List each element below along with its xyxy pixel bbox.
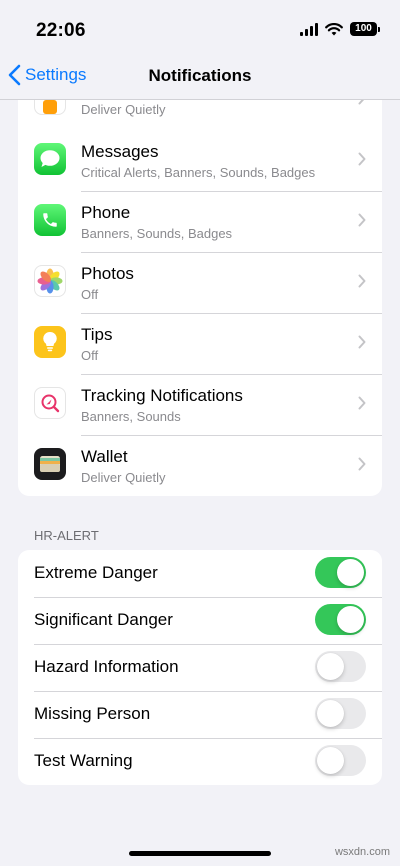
- app-row-messages[interactable]: Messages Critical Alerts, Banners, Sound…: [18, 130, 382, 191]
- app-subtitle: Off: [81, 348, 99, 363]
- app-row-tracking[interactable]: Tracking Notifications Banners, Sounds: [18, 374, 382, 435]
- app-subtitle: Deliver Quietly: [81, 102, 166, 117]
- chevron-right-icon: [358, 396, 366, 410]
- notifications-list: Deliver Quietly Messages Critical Alerts…: [0, 100, 400, 785]
- wallet-icon: [34, 448, 66, 480]
- chevron-right-icon: [358, 457, 366, 471]
- app-name: Photos: [81, 264, 134, 283]
- status-icons: 100: [300, 22, 380, 36]
- battery-level: 100: [350, 22, 377, 36]
- app-row-photos[interactable]: Photos Off: [18, 252, 382, 313]
- app-name: Wallet: [81, 447, 128, 466]
- chevron-right-icon: [358, 100, 365, 105]
- toggle-label: Test Warning: [34, 751, 133, 770]
- app-row-phone[interactable]: Phone Banners, Sounds, Badges: [18, 191, 382, 252]
- app-subtitle: Off: [81, 287, 99, 302]
- hazard-information-toggle[interactable]: [315, 651, 366, 682]
- chevron-right-icon: [358, 335, 366, 349]
- toggle-label: Missing Person: [34, 704, 151, 723]
- app-subtitle: Banners, Sounds, Badges: [81, 226, 233, 241]
- status-bar: 22:06 100: [0, 0, 400, 56]
- photos-icon: [34, 265, 66, 297]
- wifi-icon: [325, 22, 343, 35]
- app-subtitle: Banners, Sounds: [81, 409, 181, 424]
- toggle-row-hazard-information: Hazard Information: [18, 644, 382, 691]
- toggle-row-missing-person: Missing Person: [18, 691, 382, 738]
- battery-icon: 100: [350, 22, 380, 36]
- messages-icon: [34, 143, 66, 175]
- app-subtitle: Critical Alerts, Banners, Sounds, Badges: [81, 165, 316, 180]
- app-name: Tips: [81, 325, 113, 344]
- app-name: Phone: [81, 203, 131, 222]
- chevron-right-icon: [358, 274, 366, 288]
- app-notifications-group: Deliver Quietly Messages Critical Alerts…: [18, 100, 382, 496]
- chevron-right-icon: [358, 213, 366, 227]
- extreme-danger-toggle[interactable]: [315, 557, 366, 588]
- home-indicator[interactable]: [129, 851, 271, 856]
- cellular-signal-icon: [300, 22, 318, 36]
- app-row-wallet[interactable]: Wallet Deliver Quietly: [18, 435, 382, 496]
- app-name: Messages: [81, 142, 159, 161]
- tips-icon: [34, 326, 66, 358]
- watermark: wsxdn.com: [334, 846, 390, 858]
- status-time: 22:06: [36, 20, 86, 41]
- chevron-right-icon: [358, 152, 366, 166]
- toggle-label: Extreme Danger: [34, 563, 158, 582]
- test-warning-toggle[interactable]: [315, 745, 366, 776]
- toggle-row-test-warning: Test Warning: [18, 738, 382, 785]
- phone-icon: [34, 204, 66, 236]
- app-row-partial[interactable]: Deliver Quietly: [18, 100, 382, 130]
- toggle-row-extreme-danger: Extreme Danger: [18, 550, 382, 597]
- hr-alert-section-header: HR-ALERT: [34, 528, 99, 543]
- page-title: Notifications: [148, 66, 252, 85]
- hr-alert-group: Extreme Danger Significant Danger Hazard…: [18, 550, 382, 785]
- toggle-label: Hazard Information: [34, 657, 179, 676]
- app-name: Tracking Notifications: [81, 386, 243, 405]
- toggle-label: Significant Danger: [34, 610, 173, 629]
- toggle-row-significant-danger: Significant Danger: [18, 597, 382, 644]
- books-icon: [34, 100, 66, 115]
- missing-person-toggle[interactable]: [315, 698, 366, 729]
- navigation-bar: Settings Notifications: [0, 56, 400, 100]
- app-subtitle: Deliver Quietly: [81, 470, 166, 485]
- tracking-icon: [34, 387, 66, 419]
- app-row-tips[interactable]: Tips Off: [18, 313, 382, 374]
- significant-danger-toggle[interactable]: [315, 604, 366, 635]
